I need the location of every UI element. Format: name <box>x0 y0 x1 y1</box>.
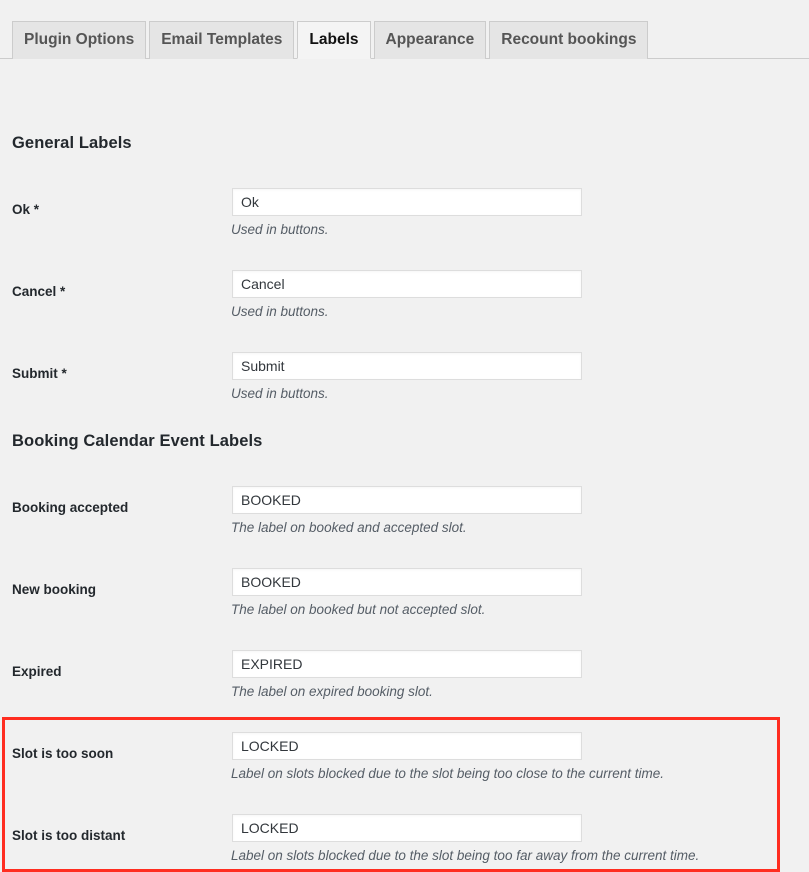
field-input-slot-is-too-distant[interactable] <box>232 814 582 842</box>
tab-bar: Plugin Options Email Templates Labels Appea… <box>0 0 809 59</box>
field-label-ok: Ok * <box>12 202 40 217</box>
field-label-submit: Submit * <box>12 366 67 381</box>
field-input-booking-accepted[interactable] <box>232 486 582 514</box>
field-input-expired[interactable] <box>232 650 582 678</box>
field-desc-slot-is-too-distant: Label on slots blocked due to the slot b… <box>231 848 700 863</box>
field-label-expired: Expired <box>12 664 62 679</box>
tab-appearance[interactable]: Appearance <box>373 21 487 59</box>
field-input-ok[interactable] <box>232 188 582 216</box>
field-input-cancel[interactable] <box>232 270 582 298</box>
field-label-new-booking: New booking <box>12 582 96 597</box>
field-desc-slot-is-too-soon: Label on slots blocked due to the slot b… <box>231 766 665 781</box>
field-input-slot-is-too-soon[interactable] <box>232 732 582 760</box>
field-label-cancel: Cancel * <box>12 284 66 299</box>
field-desc-new-booking: The label on booked but not accepted slo… <box>231 602 486 617</box>
field-desc-booking-accepted: The label on booked and accepted slot. <box>231 520 467 535</box>
field-desc-cancel: Used in buttons. <box>231 304 329 319</box>
field-label-slot-is-too-soon: Slot is too soon <box>12 746 114 761</box>
field-desc-expired: The label on expired booking slot. <box>231 684 433 699</box>
tab-plugin-options[interactable]: Plugin Options <box>12 21 147 59</box>
section-title-general-labels: General Labels <box>12 134 132 152</box>
tab-recount-bookings[interactable]: Recount bookings <box>489 21 649 59</box>
section-title-booking-calendar-event-labels: Booking Calendar Event Labels <box>12 432 263 450</box>
tab-email-templates[interactable]: Email Templates <box>149 21 295 59</box>
field-desc-submit: Used in buttons. <box>231 386 329 401</box>
field-input-new-booking[interactable] <box>232 568 582 596</box>
field-input-submit[interactable] <box>232 352 582 380</box>
field-desc-ok: Used in buttons. <box>231 222 329 237</box>
field-label-booking-accepted: Booking accepted <box>12 500 129 515</box>
tab-labels[interactable]: Labels <box>297 21 371 59</box>
field-label-slot-is-too-distant: Slot is too distant <box>12 828 126 843</box>
